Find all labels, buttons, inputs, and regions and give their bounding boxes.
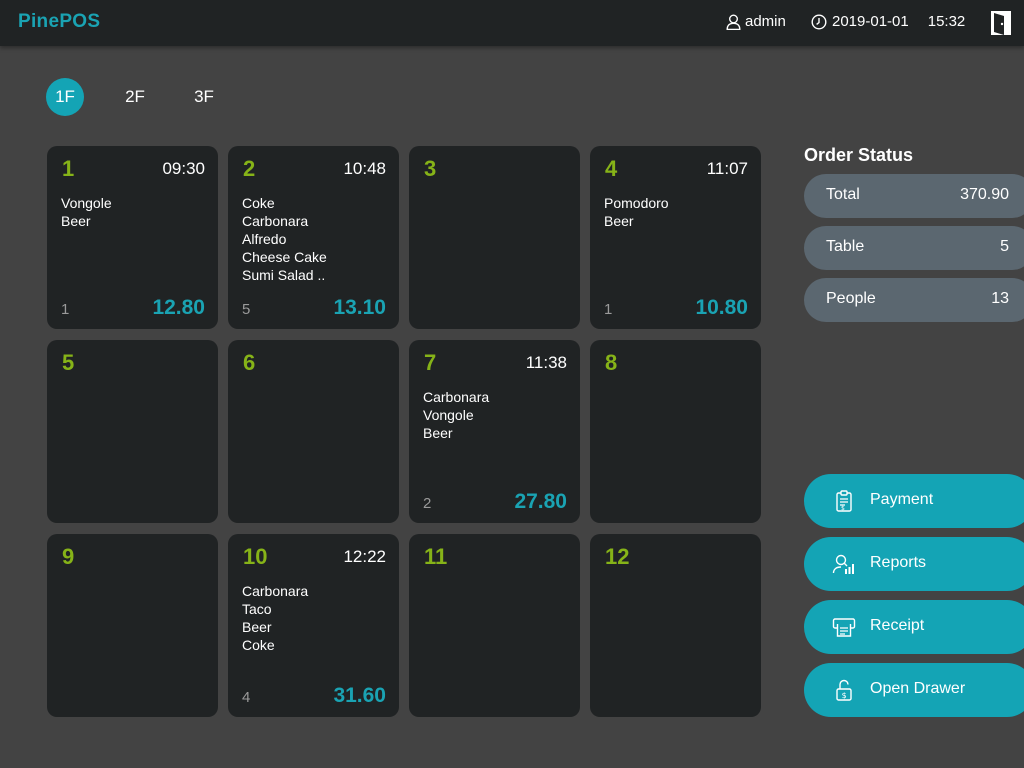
status-value: 13: [991, 290, 1009, 307]
table-card-1[interactable]: 1 09:30 Vongole Beer 1 12.80: [47, 146, 218, 329]
table-card-4[interactable]: 4 11:07 Pomodoro Beer 1 10.80: [590, 146, 761, 329]
table-card-9[interactable]: 9: [47, 534, 218, 717]
order-amount: 27.80: [514, 490, 567, 513]
order-item: Beer: [61, 213, 91, 229]
order-item: Beer: [242, 619, 272, 635]
receipt-button[interactable]: Receipt: [804, 600, 1024, 654]
order-item: Taco: [242, 601, 272, 617]
table-card-5[interactable]: 5: [47, 340, 218, 523]
order-amount: 10.80: [695, 296, 748, 319]
order-item: Carbonara: [242, 583, 309, 599]
order-item: Carbonara: [242, 213, 309, 229]
table-number: 12: [605, 544, 630, 569]
clock-icon: [811, 13, 827, 30]
table-number: 11: [424, 544, 448, 569]
order-item: Beer: [604, 213, 634, 229]
order-amount: 13.10: [333, 296, 386, 319]
exit-door-icon[interactable]: [990, 10, 1012, 36]
status-row-total: Total 370.90: [804, 174, 1024, 218]
status-label: Table: [826, 238, 865, 255]
clipboard-icon: $: [832, 489, 856, 513]
status-value: 5: [1000, 238, 1009, 255]
table-number: 1: [62, 156, 75, 181]
reports-button[interactable]: Reports: [804, 537, 1024, 591]
table-number: 4: [605, 156, 618, 181]
status-row-people: People 13: [804, 278, 1024, 322]
table-number: 6: [243, 350, 256, 375]
order-time: 12:22: [343, 547, 386, 566]
order-time: 09:30: [162, 159, 205, 178]
order-items: Pomodoro Beer: [604, 194, 669, 230]
table-card-3[interactable]: 3: [409, 146, 580, 329]
table-card-8[interactable]: 8: [590, 340, 761, 523]
order-items: Carbonara Taco Beer Coke: [242, 582, 308, 654]
status-row-table: Table 5: [804, 226, 1024, 270]
action-label: Open Drawer: [870, 680, 966, 697]
table-card-7[interactable]: 7 11:38 Carbonara Vongole Beer 2 27.80: [409, 340, 580, 523]
table-number: 2: [243, 156, 256, 181]
current-date: 2019-01-01: [832, 13, 909, 30]
floor-tab-2f[interactable]: 2F: [116, 78, 154, 116]
table-card-11[interactable]: 11: [409, 534, 580, 717]
order-time: 10:48: [343, 159, 386, 178]
order-items: Carbonara Vongole Beer: [423, 388, 489, 442]
action-label: Payment: [870, 491, 934, 508]
order-item: Pomodoro: [604, 195, 669, 211]
order-item: Cheese Cake: [242, 249, 327, 265]
order-item: Vongole: [61, 195, 112, 211]
open-drawer-button[interactable]: $ Open Drawer: [804, 663, 1024, 717]
order-status-title: Order Status: [804, 145, 914, 165]
floor-tab-1f[interactable]: 1F: [46, 78, 84, 116]
table-number: 8: [605, 350, 618, 375]
order-item: Vongole: [423, 407, 474, 423]
svg-text:$: $: [842, 691, 847, 700]
table-card-10[interactable]: 10 12:22 Carbonara Taco Beer Coke 4 31.60: [228, 534, 399, 717]
action-label: Reports: [870, 554, 927, 571]
order-item: Alfredo: [242, 231, 287, 247]
order-time: 11:38: [525, 353, 567, 372]
guest-count: 1: [604, 301, 613, 318]
order-item: Coke: [242, 195, 275, 211]
table-card-12[interactable]: 12: [590, 534, 761, 717]
svg-text:$: $: [841, 505, 845, 512]
current-time: 15:32: [927, 13, 966, 30]
receipt-printer-icon: [832, 615, 856, 639]
order-time: 11:07: [706, 159, 748, 178]
user-info[interactable]: admin: [726, 13, 786, 30]
order-item: Coke: [242, 637, 275, 653]
order-item: Carbonara: [423, 389, 490, 405]
table-number: 9: [62, 544, 75, 569]
order-item: Beer: [423, 425, 453, 441]
table-number: 7: [424, 350, 437, 375]
status-label: Total: [826, 186, 860, 203]
reports-icon: [832, 552, 856, 576]
table-number: 10: [243, 544, 268, 569]
order-items: Coke Carbonara Alfredo Cheese Cake Sumi Sala…: [242, 194, 327, 284]
order-amount: 31.60: [333, 684, 386, 707]
date-time: 2019-01-01 15:32: [811, 13, 965, 30]
lock-open-icon: $: [832, 678, 856, 702]
table-number: 5: [62, 350, 75, 375]
order-amount: 12.80: [152, 296, 205, 319]
status-label: People: [826, 290, 876, 307]
payment-button[interactable]: $ Payment: [804, 474, 1024, 528]
guest-count: 5: [242, 301, 251, 318]
status-value: 370.90: [960, 186, 1009, 203]
action-label: Receipt: [870, 617, 925, 634]
guest-count: 2: [423, 495, 432, 512]
order-items: Vongole Beer: [61, 194, 112, 230]
user-name: admin: [745, 13, 786, 30]
app-logo: PinePOS: [18, 11, 101, 32]
floor-tab-3f[interactable]: 3F: [185, 78, 223, 116]
user-icon: [726, 14, 741, 30]
table-card-2[interactable]: 2 10:48 Coke Carbonara Alfredo Cheese Cake Sum…: [228, 146, 399, 329]
top-bar: PinePOS admin 2019-01-01 15:32: [0, 0, 1024, 46]
order-item: Sumi Salad ..: [242, 267, 326, 283]
table-card-6[interactable]: 6: [228, 340, 399, 523]
table-number: 3: [424, 156, 437, 181]
guest-count: 1: [61, 301, 70, 318]
guest-count: 4: [242, 689, 251, 706]
